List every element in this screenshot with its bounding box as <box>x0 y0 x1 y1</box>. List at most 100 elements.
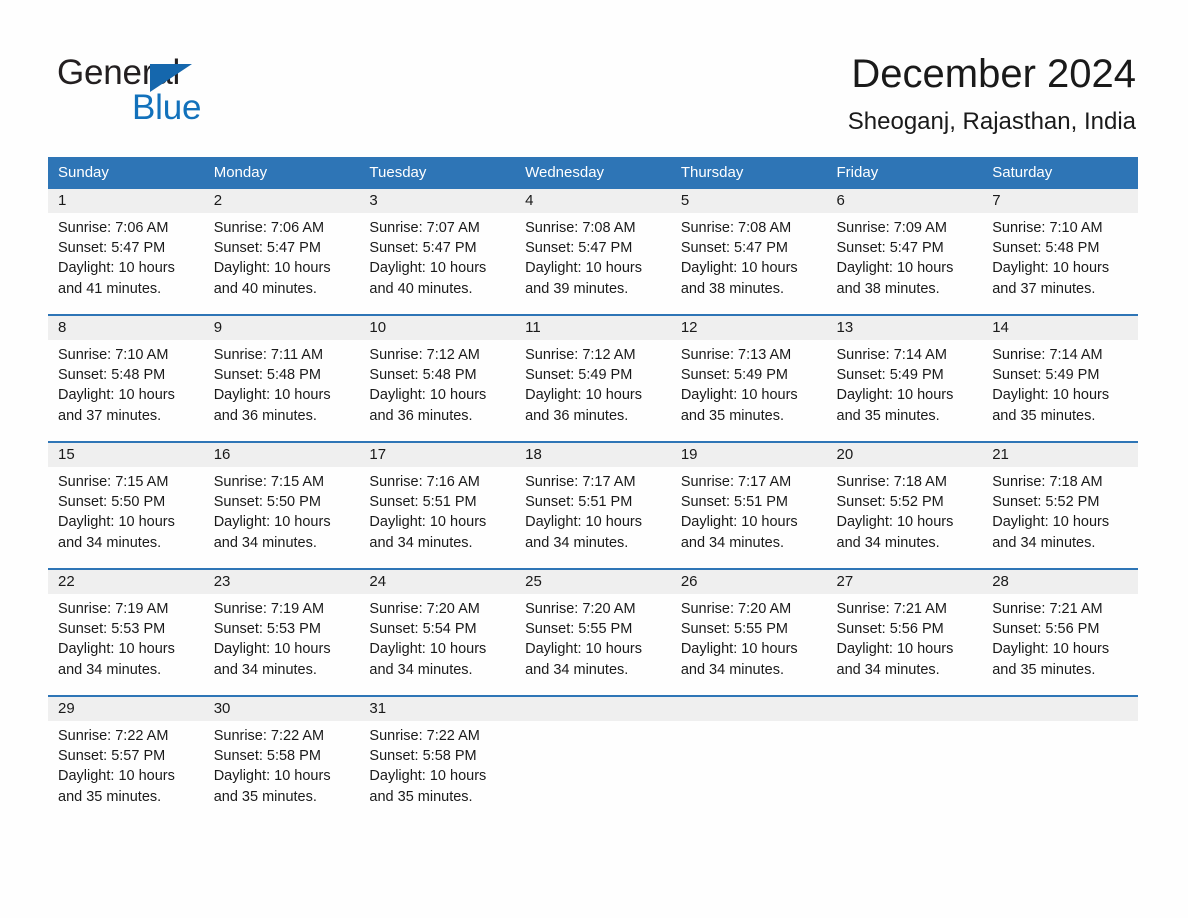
day-number[interactable]: 29 <box>48 695 204 721</box>
sunrise-text: Sunrise: 7:20 AM <box>525 601 636 617</box>
day-number[interactable]: 30 <box>203 695 360 721</box>
day-number[interactable]: 23 <box>203 568 360 594</box>
day-cell[interactable]: Sunrise: 7:08 AM Sunset: 5:47 PM Dayligh… <box>515 213 671 315</box>
sunset-text: Sunset: 5:55 PM <box>525 621 633 638</box>
day-cell[interactable]: Sunrise: 7:17 AM Sunset: 5:51 PM Dayligh… <box>515 467 671 569</box>
daylight-text-line2: and 35 minutes. <box>992 407 1096 424</box>
day-cell[interactable]: Sunrise: 7:06 AM Sunset: 5:47 PM Dayligh… <box>203 213 360 315</box>
day-number[interactable]: 28 <box>982 568 1138 594</box>
day-number[interactable]: 22 <box>48 568 204 594</box>
calendar-table: Sunday Monday Tuesday Wednesday Thursday… <box>48 157 1138 827</box>
day-cell[interactable]: Sunrise: 7:21 AM Sunset: 5:56 PM Dayligh… <box>826 594 983 696</box>
day-cell[interactable]: Sunrise: 7:08 AM Sunset: 5:47 PM Dayligh… <box>670 213 827 315</box>
sunset-text: Sunset: 5:47 PM <box>213 240 321 257</box>
daylight-text-line2: and 37 minutes. <box>992 280 1096 297</box>
daylight-text-line1: Daylight: 10 hours <box>58 514 175 531</box>
day-number[interactable]: 21 <box>982 441 1138 467</box>
day-cell[interactable]: Sunrise: 7:20 AM Sunset: 5:54 PM Dayligh… <box>359 594 516 696</box>
day-cell[interactable]: Sunrise: 7:13 AM Sunset: 5:49 PM Dayligh… <box>670 340 827 442</box>
day-cell[interactable]: Sunrise: 7:18 AM Sunset: 5:52 PM Dayligh… <box>982 467 1138 569</box>
day-cell[interactable]: Sunrise: 7:21 AM Sunset: 5:56 PM Dayligh… <box>982 594 1138 696</box>
daylight-text-line2: and 35 minutes. <box>58 788 162 805</box>
day-number[interactable]: 15 <box>48 441 204 467</box>
day-number[interactable]: 10 <box>359 314 516 340</box>
day-number[interactable]: 11 <box>515 314 671 340</box>
day-cell[interactable]: Sunrise: 7:12 AM Sunset: 5:49 PM Dayligh… <box>515 340 671 442</box>
day-number[interactable]: 20 <box>826 441 983 467</box>
day-number[interactable]: 4 <box>515 189 671 213</box>
day-number[interactable]: 14 <box>982 314 1138 340</box>
day-cell[interactable]: Sunrise: 7:20 AM Sunset: 5:55 PM Dayligh… <box>515 594 671 696</box>
day-cell[interactable]: Sunrise: 7:15 AM Sunset: 5:50 PM Dayligh… <box>203 467 360 569</box>
day-cell[interactable]: Sunrise: 7:19 AM Sunset: 5:53 PM Dayligh… <box>48 594 204 696</box>
day-number[interactable]: 19 <box>670 441 827 467</box>
sunset-text: Sunset: 5:48 PM <box>369 367 477 384</box>
sunrise-text: Sunrise: 7:17 AM <box>680 474 792 490</box>
sunrise-text: Sunrise: 7:08 AM <box>525 220 636 236</box>
day-cell[interactable]: Sunrise: 7:11 AM Sunset: 5:48 PM Dayligh… <box>203 340 360 442</box>
day-cell[interactable]: Sunrise: 7:16 AM Sunset: 5:51 PM Dayligh… <box>359 467 516 569</box>
daylight-text-line1: Daylight: 10 hours <box>836 260 954 277</box>
sunrise-text: Sunrise: 7:22 AM <box>213 728 325 744</box>
week-date-row: 8 9 10 11 12 13 14 <box>48 314 1138 340</box>
day-number[interactable]: 24 <box>359 568 516 594</box>
daylight-text-line1: Daylight: 10 hours <box>525 641 642 658</box>
sunrise-text: Sunrise: 7:19 AM <box>58 601 169 617</box>
day-cell[interactable]: Sunrise: 7:18 AM Sunset: 5:52 PM Dayligh… <box>826 467 983 569</box>
day-cell[interactable]: Sunrise: 7:14 AM Sunset: 5:49 PM Dayligh… <box>826 340 983 442</box>
daylight-text-line1: Daylight: 10 hours <box>213 387 331 404</box>
day-number[interactable]: 3 <box>359 189 516 213</box>
sunset-text: Sunset: 5:55 PM <box>680 621 789 638</box>
daylight-text-line2: and 40 minutes. <box>213 280 317 297</box>
day-cell[interactable]: Sunrise: 7:10 AM Sunset: 5:48 PM Dayligh… <box>982 213 1138 315</box>
day-number[interactable]: 31 <box>359 695 516 721</box>
day-number[interactable]: 2 <box>203 189 360 213</box>
day-number[interactable]: 17 <box>359 441 516 467</box>
day-cell[interactable]: Sunrise: 7:06 AM Sunset: 5:47 PM Dayligh… <box>48 213 204 315</box>
day-number[interactable]: 27 <box>826 568 983 594</box>
daylight-text-line2: and 35 minutes. <box>992 661 1096 678</box>
day-cell[interactable]: Sunrise: 7:12 AM Sunset: 5:48 PM Dayligh… <box>359 340 516 442</box>
day-cell[interactable]: Sunrise: 7:09 AM Sunset: 5:47 PM Dayligh… <box>826 213 983 315</box>
sunset-text: Sunset: 5:56 PM <box>836 621 944 638</box>
sunrise-text: Sunrise: 7:07 AM <box>369 220 480 236</box>
day-cell[interactable]: Sunrise: 7:07 AM Sunset: 5:47 PM Dayligh… <box>359 213 516 315</box>
day-cell[interactable]: Sunrise: 7:14 AM Sunset: 5:49 PM Dayligh… <box>982 340 1138 442</box>
day-number[interactable]: 7 <box>982 189 1138 213</box>
week-info-row: Sunrise: 7:15 AM Sunset: 5:50 PM Dayligh… <box>48 467 1138 569</box>
sunset-text: Sunset: 5:47 PM <box>680 240 789 257</box>
sunrise-text: Sunrise: 7:18 AM <box>836 474 947 490</box>
day-number[interactable]: 12 <box>670 314 827 340</box>
day-cell[interactable]: Sunrise: 7:17 AM Sunset: 5:51 PM Dayligh… <box>670 467 827 569</box>
day-cell[interactable]: Sunrise: 7:15 AM Sunset: 5:50 PM Dayligh… <box>48 467 204 569</box>
day-cell[interactable]: Sunrise: 7:10 AM Sunset: 5:48 PM Dayligh… <box>48 340 204 442</box>
day-number[interactable]: 6 <box>826 189 983 213</box>
day-number[interactable]: 5 <box>670 189 827 213</box>
day-number[interactable]: 16 <box>203 441 360 467</box>
sunset-text: Sunset: 5:56 PM <box>992 621 1100 638</box>
day-number[interactable]: 25 <box>515 568 671 594</box>
day-cell[interactable]: Sunrise: 7:19 AM Sunset: 5:53 PM Dayligh… <box>203 594 360 696</box>
day-number[interactable]: 1 <box>48 189 204 213</box>
daylight-text-line1: Daylight: 10 hours <box>680 641 798 658</box>
day-number[interactable]: 9 <box>203 314 360 340</box>
day-cell[interactable]: Sunrise: 7:20 AM Sunset: 5:55 PM Dayligh… <box>670 594 827 696</box>
daylight-text-line1: Daylight: 10 hours <box>58 387 175 404</box>
day-number[interactable]: 26 <box>670 568 827 594</box>
generalblue-logo[interactable]: General Blue <box>57 53 317 127</box>
daylight-text-line1: Daylight: 10 hours <box>992 387 1110 404</box>
day-cell-empty <box>982 721 1138 827</box>
day-number[interactable]: 18 <box>515 441 671 467</box>
sunrise-text: Sunrise: 7:21 AM <box>836 601 947 617</box>
day-cell[interactable]: Sunrise: 7:22 AM Sunset: 5:58 PM Dayligh… <box>359 721 516 827</box>
daylight-text-line2: and 35 minutes. <box>680 407 784 424</box>
sunrise-text: Sunrise: 7:16 AM <box>369 474 480 490</box>
sunset-text: Sunset: 5:51 PM <box>369 494 477 511</box>
weekday-header-sunday: Sunday <box>48 157 204 189</box>
day-cell[interactable]: Sunrise: 7:22 AM Sunset: 5:57 PM Dayligh… <box>48 721 204 827</box>
day-number-empty <box>982 695 1138 721</box>
day-cell[interactable]: Sunrise: 7:22 AM Sunset: 5:58 PM Dayligh… <box>203 721 360 827</box>
day-number[interactable]: 13 <box>826 314 983 340</box>
daylight-text-line1: Daylight: 10 hours <box>992 514 1110 531</box>
day-number[interactable]: 8 <box>48 314 204 340</box>
